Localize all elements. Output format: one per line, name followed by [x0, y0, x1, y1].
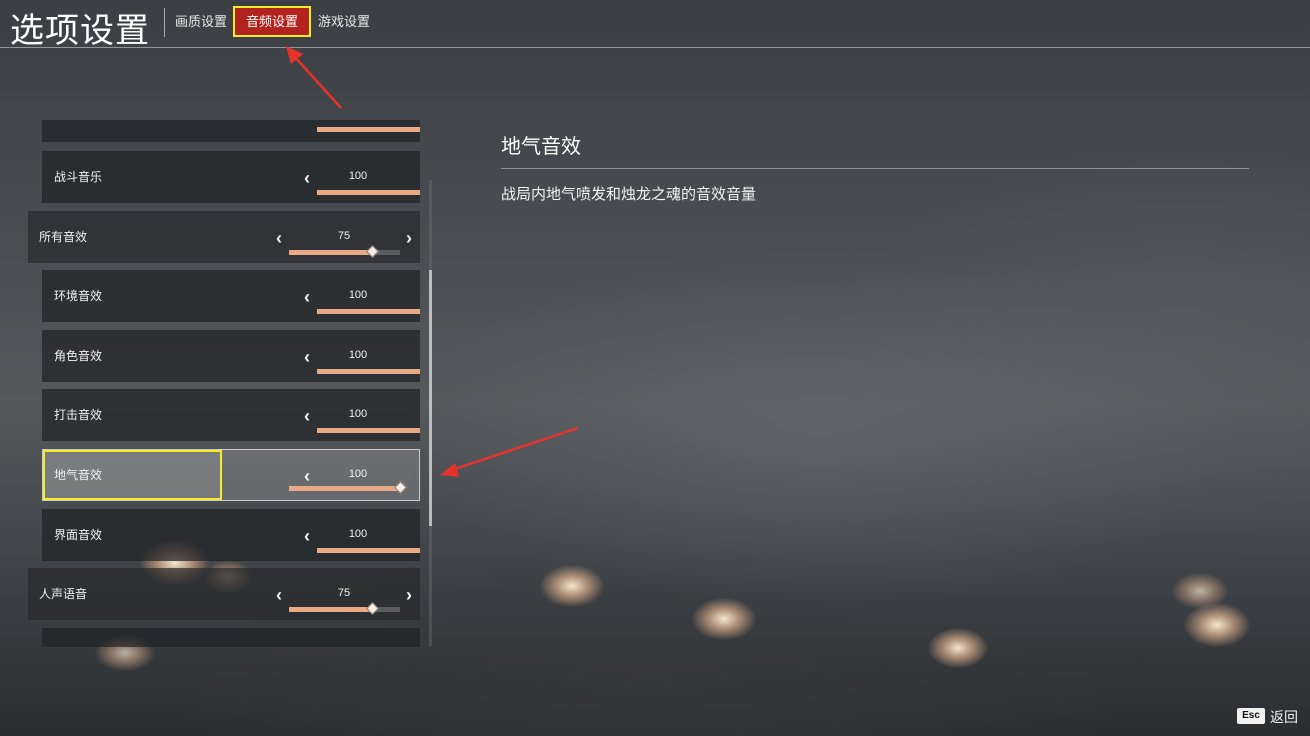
chevron-left-icon[interactable]: ‹	[272, 229, 286, 247]
setting-value: 100	[348, 349, 368, 361]
chevron-right-icon[interactable]: ›	[402, 586, 416, 604]
tab-graphics[interactable]: 画质设置	[172, 6, 230, 37]
chevron-left-icon[interactable]: ‹	[300, 527, 314, 545]
chevron-left-icon[interactable]: ‹	[300, 288, 314, 306]
slider-fill	[317, 369, 420, 374]
lantern-glow	[1172, 573, 1228, 609]
settings-row-partial	[42, 628, 420, 647]
settings-row[interactable]: 所有音效 ‹ 75 ›	[28, 211, 420, 263]
header-bar: 选项设置 画质设置 音频设置 游戏设置	[0, 0, 1310, 50]
slider-fill	[317, 548, 420, 553]
settings-row[interactable]: 角色音效 ‹ 100 ›	[42, 330, 420, 382]
volume-slider[interactable]	[317, 309, 420, 314]
setting-value: 100	[348, 408, 368, 420]
slider-fill	[289, 486, 400, 491]
volume-slider[interactable]	[317, 369, 420, 374]
setting-label: 战斗音乐	[54, 170, 103, 184]
lantern-glow	[928, 628, 988, 668]
volume-slider[interactable]	[317, 127, 420, 132]
slider-knob[interactable]	[366, 245, 380, 258]
tab-audio[interactable]: 音频设置	[233, 6, 311, 37]
setting-value: 100	[348, 468, 368, 480]
lantern-glow	[540, 565, 604, 607]
tab-game[interactable]: 游戏设置	[315, 6, 373, 37]
chevron-left-icon[interactable]: ‹	[300, 348, 314, 366]
annotation-arrow-row	[440, 426, 579, 477]
setting-label: 界面音效	[54, 528, 103, 542]
volume-slider[interactable]	[317, 190, 420, 195]
slider-fill	[289, 250, 373, 255]
slider-fill	[289, 607, 373, 612]
volume-slider[interactable]	[289, 245, 400, 258]
setting-value: 100	[348, 170, 368, 182]
setting-label: 环境音效	[54, 289, 103, 303]
settings-row-partial	[42, 120, 420, 142]
audio-settings-list: 战斗音乐 ‹ 100 › 所有音效 ‹ 75 › 环境音效 ‹ 100 › 角色…	[28, 120, 420, 647]
setting-value: 100	[348, 528, 368, 540]
slider-fill	[317, 309, 420, 314]
volume-slider[interactable]	[289, 602, 400, 615]
annotation-arrow-tab	[286, 46, 342, 109]
settings-row[interactable]: 人声语音 ‹ 75 ›	[28, 568, 420, 620]
esc-key-hint[interactable]: Esc	[1237, 708, 1265, 724]
description-divider	[501, 168, 1249, 169]
chevron-right-icon[interactable]: ›	[402, 229, 416, 247]
setting-label: 角色音效	[54, 349, 103, 363]
setting-value: 75	[337, 587, 351, 599]
list-scrollbar[interactable]	[429, 180, 432, 646]
setting-label: 人声语音	[39, 587, 88, 601]
slider-knob[interactable]	[366, 602, 380, 615]
scrollbar-thumb[interactable]	[429, 270, 432, 526]
settings-row-selected[interactable]: 地气音效 ‹ 100 ›	[42, 449, 420, 501]
lantern-glow	[692, 598, 756, 640]
setting-label: 所有音效	[39, 230, 88, 244]
volume-slider[interactable]	[289, 481, 407, 494]
chevron-right-icon[interactable]: ›	[402, 467, 416, 485]
setting-label: 打击音效	[54, 408, 103, 422]
slider-fill	[317, 127, 420, 132]
settings-row[interactable]: 战斗音乐 ‹ 100 ›	[42, 151, 420, 203]
description-text: 战局内地气喷发和烛龙之魂的音效音量	[501, 186, 757, 203]
settings-row[interactable]: 打击音效 ‹ 100 ›	[42, 389, 420, 441]
chevron-left-icon[interactable]: ‹	[272, 586, 286, 604]
slider-fill	[317, 190, 420, 195]
back-button[interactable]: 返回	[1270, 707, 1298, 727]
slider-fill	[317, 428, 420, 433]
volume-slider[interactable]	[317, 428, 420, 433]
chevron-left-icon[interactable]: ‹	[300, 467, 314, 485]
description-title: 地气音效	[501, 136, 581, 158]
setting-value: 100	[348, 289, 368, 301]
title-divider	[164, 8, 165, 37]
chevron-left-icon[interactable]: ‹	[300, 169, 314, 187]
setting-label: 地气音效	[54, 468, 103, 482]
chevron-left-icon[interactable]: ‹	[300, 407, 314, 425]
settings-row[interactable]: 界面音效 ‹ 100 ›	[42, 509, 420, 561]
page-title: 选项设置	[10, 12, 150, 50]
volume-slider[interactable]	[317, 548, 420, 553]
setting-value: 75	[337, 230, 351, 242]
lantern-glow	[1184, 603, 1250, 647]
settings-row[interactable]: 环境音效 ‹ 100 ›	[42, 270, 420, 322]
